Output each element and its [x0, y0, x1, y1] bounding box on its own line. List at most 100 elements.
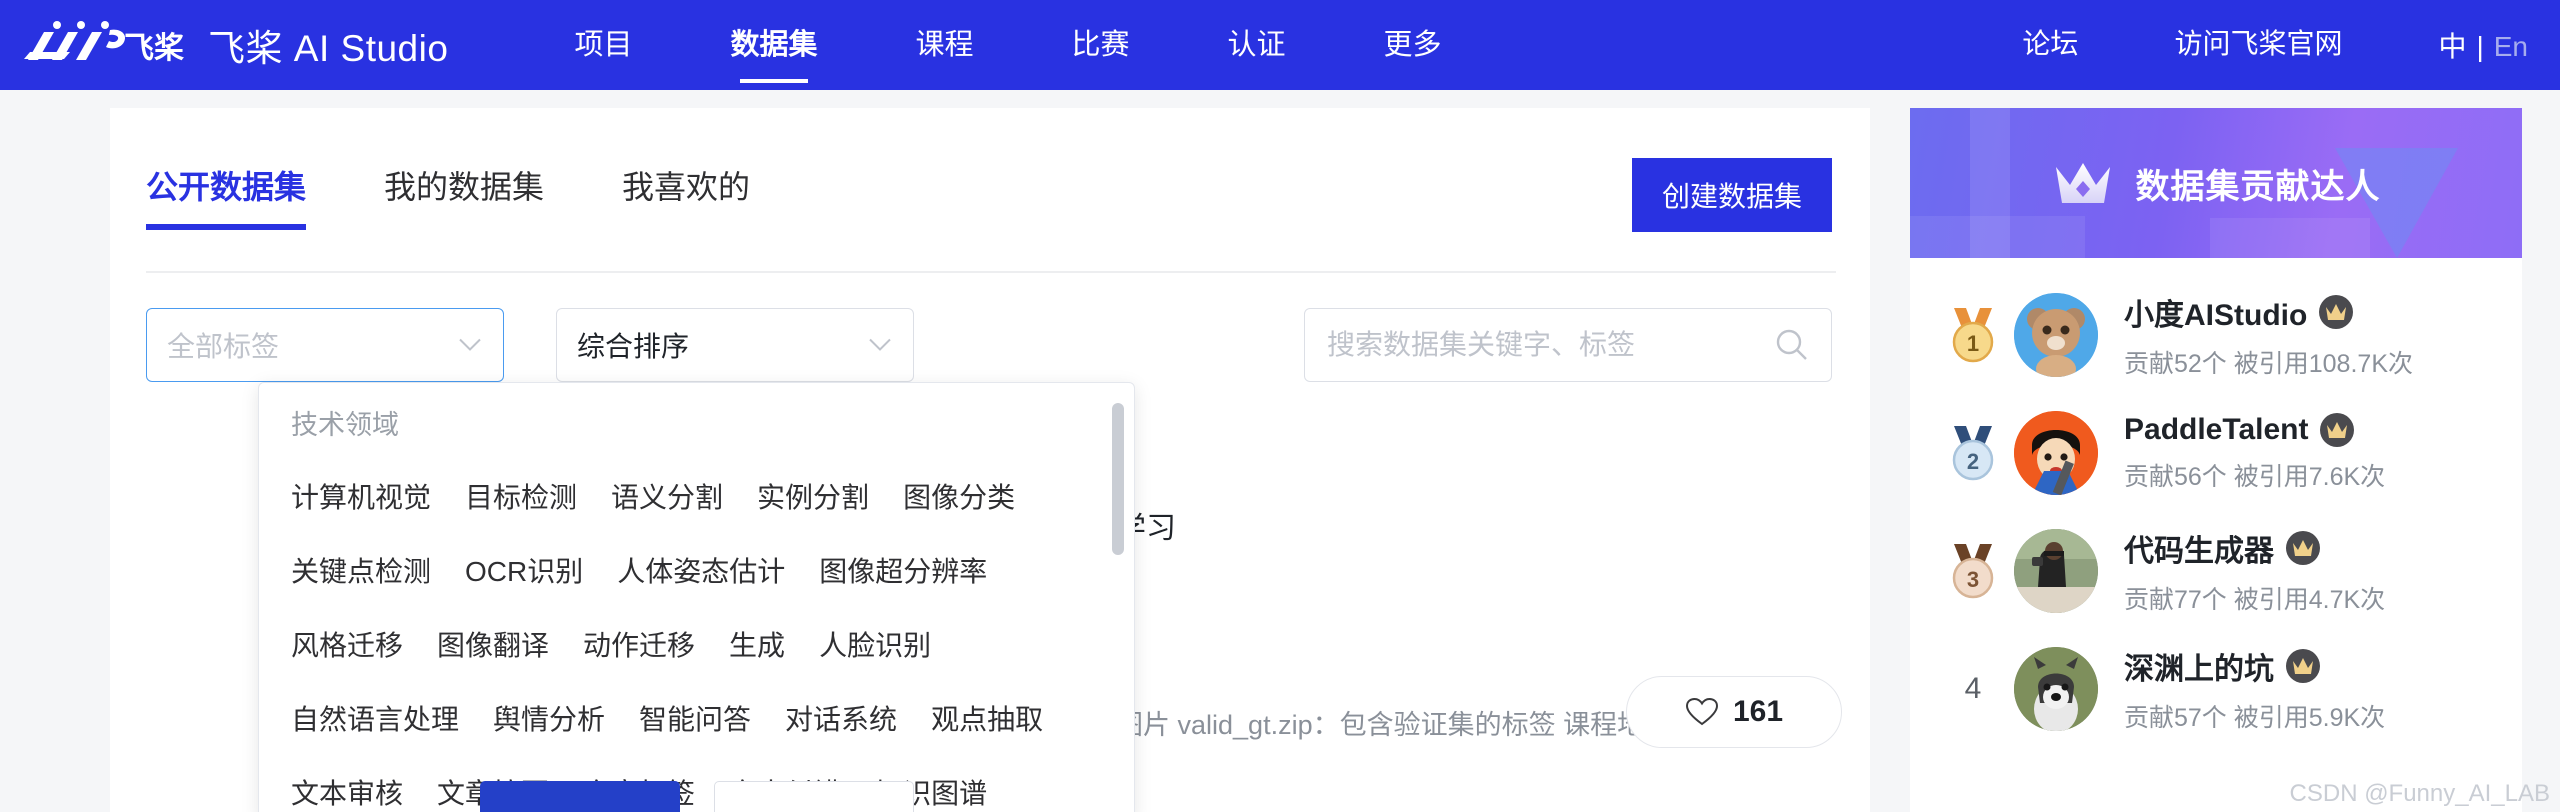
dropdown-scrollbar[interactable] — [1112, 395, 1124, 809]
dataset-description-fragment: 图片 valid_gt.zip：包含验证集的标签 课程地... — [1116, 710, 1667, 740]
nav-item-datasets[interactable]: 数据集 — [730, 21, 817, 69]
dataset-tabs: 公开数据集 我的数据集 我喜欢的 — [146, 162, 828, 230]
tag-option[interactable]: 生成 — [729, 624, 785, 664]
like-button[interactable]: 161 — [1626, 676, 1842, 748]
contributor-name-line: 深渊上的坑 — [2124, 644, 2385, 688]
avatar — [2014, 529, 2098, 613]
dropdown-confirm-button[interactable] — [479, 781, 680, 812]
contributor-stats: 贡献77个 被引用4.7K次 — [2124, 586, 2386, 614]
vip-crown-icon — [2320, 413, 2355, 447]
create-dataset-button[interactable]: 创建数据集 — [1631, 158, 1832, 232]
contributors-banner: 数据集贡献达人 — [1910, 108, 2522, 258]
dropdown-footer-actions — [259, 781, 1134, 812]
contributor-name: 小度AIStudio — [2124, 299, 2308, 332]
primary-nav: 项目 数据集 课程 比赛 认证 更多 — [574, 21, 1539, 69]
dropdown-reset-button[interactable] — [713, 781, 914, 812]
nav-item-certification[interactable]: 认证 — [1228, 21, 1286, 69]
tab-my-favorites[interactable]: 我喜欢的 — [622, 162, 750, 230]
vip-crown-icon — [2286, 531, 2320, 565]
tag-option[interactable]: 语义分割 — [611, 476, 723, 516]
dropdown-scrollbar-thumb[interactable] — [1112, 403, 1124, 555]
contributor-item[interactable]: 2 PaddleTalent 贡献56个 被引用7.6K次 — [1910, 394, 2522, 512]
dropdown-tag-rows: 计算机视觉 目标检测 语义分割 实例分割 图像分类 关键点检测 OCR识别 人体… — [291, 459, 1094, 812]
contributor-item[interactable]: 4 深渊上的坑 贡献57个 被引用5.9K次 — [1910, 630, 2522, 748]
contributor-meta: 小度AIStudio 贡献52个 被引用108.7K次 — [2124, 290, 2413, 380]
tag-option[interactable]: 对话系统 — [785, 698, 897, 738]
nav-item-courses[interactable]: 课程 — [915, 21, 973, 69]
tag-option[interactable]: 风格迁移 — [291, 624, 403, 664]
tag-filter-select[interactable]: 全部标签 — [146, 308, 504, 382]
chevron-down-icon — [869, 338, 891, 352]
nav-item-paddle-official-site[interactable]: 访问飞桨官网 — [2174, 22, 2342, 68]
vip-crown-icon — [2319, 295, 2354, 329]
svg-text:1: 1 — [1967, 331, 1979, 356]
tag-filter-value: 全部标签 — [167, 331, 280, 362]
vip-crown-icon — [2286, 649, 2320, 683]
tag-row: 关键点检测 OCR识别 人体姿态估计 图像超分辨率 — [291, 533, 1094, 607]
tag-option[interactable]: 观点抽取 — [931, 698, 1043, 738]
tag-option[interactable]: 人体姿态估计 — [617, 550, 785, 590]
sort-value: 综合排序 — [577, 331, 690, 362]
tag-option[interactable]: OCR识别 — [465, 550, 583, 590]
page-root: 飞桨 飞桨 AI Studio 项目 数据集 课程 比赛 认证 更多 论坛 访问… — [0, 0, 2560, 812]
tabs-divider — [146, 271, 1836, 273]
svg-text:2: 2 — [1967, 449, 1979, 474]
dropdown-group-title: 技术领域 — [291, 410, 399, 440]
bronze-medal-icon: 3 — [1940, 540, 2006, 602]
nav-item-forum[interactable]: 论坛 — [2022, 22, 2078, 68]
tag-option[interactable]: 实例分割 — [757, 476, 869, 516]
datasets-panel: 公开数据集 我的数据集 我喜欢的 创建数据集 全部标签 综合排序 搜索数据集关键… — [110, 108, 1870, 812]
contributors-banner-title: 数据集贡献达人 — [2135, 167, 2381, 206]
tag-option[interactable]: 关键点检测 — [291, 550, 431, 590]
nav-item-competitions[interactable]: 比赛 — [1071, 21, 1129, 69]
heart-icon — [1685, 697, 1718, 726]
like-count: 161 — [1732, 695, 1784, 728]
svg-text:飞桨: 飞桨 — [124, 31, 184, 65]
search-datasets-box[interactable] — [1304, 308, 1832, 382]
tag-row: 自然语言处理 舆情分析 智能问答 对话系统 观点抽取 — [291, 681, 1094, 755]
tag-option[interactable]: 图像分类 — [903, 476, 1015, 516]
tag-option[interactable]: 计算机视觉 — [291, 476, 431, 516]
gold-medal-icon: 1 — [1940, 304, 2006, 366]
contributor-item[interactable]: 3 代码生成器 贡献77个 被引用4.7K次 — [1910, 512, 2522, 630]
language-switcher: 中 | En — [2438, 25, 2528, 65]
crown-icon — [2055, 163, 2110, 203]
search-input[interactable] — [1327, 329, 1775, 361]
tag-option[interactable]: 自然语言处理 — [291, 698, 459, 738]
tag-option[interactable]: 图像超分辨率 — [819, 550, 987, 590]
search-icon[interactable] — [1775, 328, 1809, 362]
tag-option[interactable]: 人脸识别 — [819, 624, 931, 664]
contributor-meta: PaddleTalent 贡献56个 被引用7.6K次 — [2124, 413, 2385, 493]
tag-option[interactable]: 舆情分析 — [493, 698, 605, 738]
contributor-name-line: 代码生成器 — [2124, 526, 2385, 570]
lang-option-cn[interactable]: 中 — [2438, 31, 2466, 62]
silver-medal-icon: 2 — [1940, 422, 2006, 484]
tag-option[interactable]: 智能问答 — [639, 698, 751, 738]
contributor-name: 代码生成器 — [2124, 535, 2274, 568]
sort-select[interactable]: 综合排序 — [556, 308, 914, 382]
watermark: CSDN @Funny_AI_LAB — [2289, 780, 2550, 807]
contributors-list: 1 小度AIStudio 贡献52个 被引用108.7K次 2 PaddleTa… — [1910, 258, 2522, 812]
top-navigation-bar: 飞桨 飞桨 AI Studio 项目 数据集 课程 比赛 认证 更多 论坛 访问… — [0, 0, 2560, 90]
filter-row: 全部标签 综合排序 — [146, 308, 914, 382]
contributor-name: 深渊上的坑 — [2124, 653, 2274, 686]
avatar — [2014, 293, 2098, 377]
brand-logo[interactable]: 飞桨 飞桨 AI Studio — [24, 18, 448, 72]
nav-item-more[interactable]: 更多 — [1384, 21, 1442, 69]
contributor-item[interactable]: 1 小度AIStudio 贡献52个 被引用108.7K次 — [1910, 276, 2522, 394]
tag-filter-dropdown-panel: 技术领域 计算机视觉 目标检测 语义分割 实例分割 图像分类 关键点检测 OCR… — [258, 382, 1135, 812]
contributor-stats: 贡献56个 被引用7.6K次 — [2124, 463, 2386, 491]
rank-value: 4 — [1964, 672, 1982, 705]
nav-item-projects[interactable]: 项目 — [574, 21, 632, 69]
tag-option[interactable]: 图像翻译 — [437, 624, 549, 664]
secondary-nav: 论坛 访问飞桨官网 中 | En — [1926, 22, 2528, 68]
tab-public-datasets[interactable]: 公开数据集 — [146, 162, 307, 230]
contributor-name-line: PaddleTalent — [2124, 413, 2385, 447]
svg-text:3: 3 — [1967, 567, 1979, 592]
avatar — [2014, 411, 2098, 495]
tag-option[interactable]: 动作迁移 — [583, 624, 695, 664]
tag-option[interactable]: 目标检测 — [465, 476, 577, 516]
lang-option-en[interactable]: En — [2494, 31, 2528, 62]
contributor-name: PaddleTalent — [2124, 413, 2309, 446]
tab-my-datasets[interactable]: 我的数据集 — [384, 162, 544, 230]
